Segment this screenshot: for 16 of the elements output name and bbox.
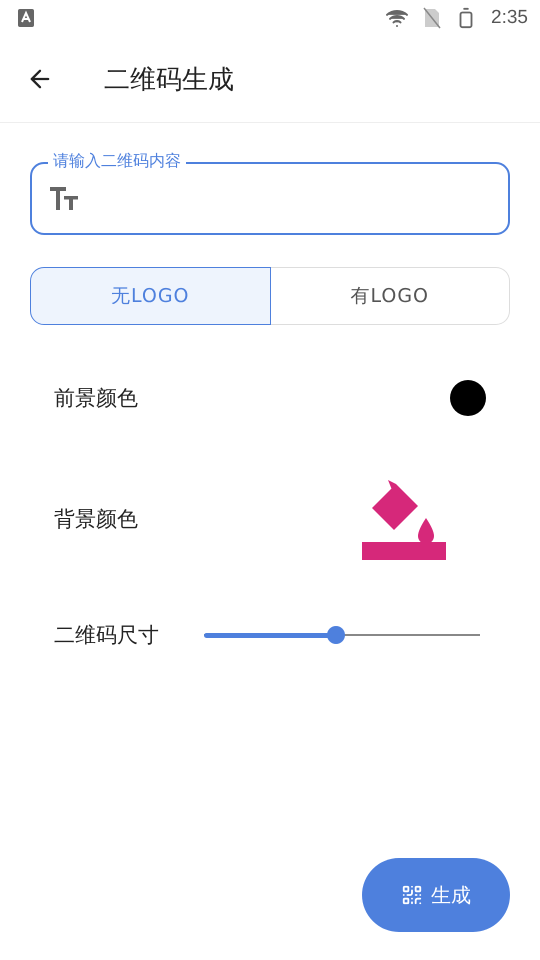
foreground-color-swatch[interactable] (450, 380, 486, 416)
logo-option-tab[interactable]: 有LOGO (270, 267, 510, 325)
slider-thumb[interactable] (327, 626, 346, 644)
no-sim-icon (423, 7, 442, 29)
qr-code-icon (401, 884, 423, 906)
generate-button[interactable]: 生成 (362, 858, 510, 932)
content-input-field[interactable]: 请输入二维码内容 (30, 150, 510, 235)
toolbar-title: 二维码生成 (104, 64, 234, 96)
clock-time: 2:35 (491, 7, 528, 29)
paint-bucket-icon[interactable] (362, 478, 446, 560)
background-color-label: 背景颜色 (54, 506, 138, 533)
logo-option-tab[interactable]: 无LOGO (30, 267, 270, 325)
qr-size-label: 二维码尺寸 (54, 622, 159, 649)
keyboard-icon (18, 9, 34, 27)
text-size-icon (50, 186, 80, 210)
foreground-color-label: 前景颜色 (54, 385, 138, 412)
